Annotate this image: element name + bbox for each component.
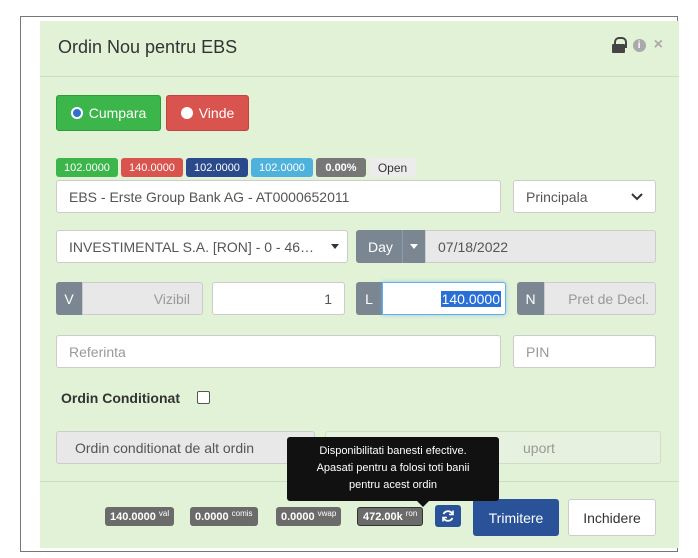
caret-down-icon	[331, 244, 339, 249]
radio-unselected-icon	[180, 107, 193, 119]
visible-placeholder: Vizibil	[153, 290, 190, 307]
pin-input[interactable]: PIN	[513, 335, 656, 368]
header-icons: i ×	[611, 36, 663, 54]
tooltip-line-1: Disponibilitati banesti efective.	[319, 445, 467, 457]
commission-amount: 0.0000	[195, 510, 229, 523]
info-icon[interactable]: i	[632, 38, 646, 52]
validity-dropdown[interactable]: Day	[356, 230, 425, 263]
market-value: Principala	[526, 188, 588, 205]
sell-label: Vinde	[198, 105, 235, 121]
badge-ref: 102.0000	[251, 158, 313, 177]
price-input[interactable]: 140.0000	[382, 282, 506, 315]
modal-header: Ordin Nou pentru EBS i ×	[40, 21, 679, 77]
trigger-price-input[interactable]: Pret de Decl.	[544, 282, 656, 315]
commission-badge: 0.0000 comis	[190, 507, 258, 526]
reference-placeholder: Referinta	[69, 343, 126, 360]
submit-button[interactable]: Trimitere	[473, 499, 559, 536]
caret-down-icon	[409, 244, 418, 249]
market-select[interactable]: Principala	[513, 180, 656, 213]
vwap-badge: 0.0000 vwap	[276, 507, 342, 526]
quantity-value: 1	[324, 290, 332, 307]
validity-value: Day	[368, 238, 393, 255]
chevron-down-icon	[631, 192, 643, 200]
refresh-icon	[442, 510, 454, 522]
available-cash-tooltip: Disponibilitati banesti efective. Apasat…	[287, 437, 499, 507]
trigger-addon: N	[517, 282, 544, 315]
commission-unit: comis	[231, 509, 253, 518]
badge-status: Open	[369, 158, 416, 177]
account-select[interactable]: INVESTIMENTAL S.A. [RON] - 0 - 46…	[56, 230, 348, 263]
conditional-checkbox[interactable]	[197, 391, 210, 404]
instrument-value: EBS - Erste Group Bank AG - AT0000652011	[69, 188, 350, 205]
vwap-amount: 0.0000	[281, 510, 315, 523]
close-button[interactable]: Inchidere	[568, 499, 656, 536]
available-cash-unit: ron	[405, 509, 418, 518]
visible-input[interactable]: Vizibil	[82, 282, 203, 315]
reference-input[interactable]: Referinta	[56, 335, 501, 368]
value-unit: val	[158, 509, 170, 518]
account-value: INVESTIMENTAL S.A. [RON] - 0 - 46…	[69, 238, 315, 255]
sell-button[interactable]: Vinde	[166, 95, 249, 131]
trigger-placeholder: Pret de Decl.	[568, 290, 649, 307]
conditional-select[interactable]: Ordin conditionat de alt ordin	[56, 431, 315, 464]
buy-button[interactable]: Cumpara	[56, 95, 161, 131]
tooltip-line-3: pentru acest ordin	[348, 479, 438, 491]
lock-icon[interactable]	[611, 37, 627, 53]
pin-placeholder: PIN	[526, 343, 550, 360]
badge-change: 0.00%	[316, 158, 366, 177]
instrument-input[interactable]: EBS - Erste Group Bank AG - AT0000652011	[56, 180, 501, 213]
tooltip-line-2: Apasati pentru a folosi toti banii	[316, 462, 470, 474]
support-placeholder: uport	[523, 439, 555, 456]
visible-addon: V	[56, 282, 82, 315]
radio-selected-icon	[70, 107, 83, 119]
conditional-label: Ordin Conditionat	[61, 390, 180, 406]
vwap-unit: vwap	[317, 509, 337, 518]
limit-addon: L	[356, 282, 382, 315]
date-value: 07/18/2022	[438, 238, 509, 255]
conditional-select-value: Ordin conditionat de alt ordin	[75, 439, 254, 456]
badge-last: 102.0000	[56, 158, 118, 177]
quantity-input[interactable]: 1	[212, 282, 345, 315]
badge-bid: 102.0000	[186, 158, 248, 177]
date-input[interactable]: 07/18/2022	[425, 230, 656, 263]
available-cash-amount: 472.00k	[363, 510, 403, 523]
buy-label: Cumpara	[88, 105, 147, 121]
close-icon[interactable]: ×	[654, 36, 663, 54]
price-value: 140.0000	[440, 290, 501, 307]
refresh-button[interactable]	[435, 505, 461, 527]
value-amount: 140.0000	[110, 510, 156, 523]
badge-ask: 140.0000	[121, 158, 183, 177]
modal-title: Ordin Nou pentru EBS	[58, 37, 238, 57]
available-cash-badge[interactable]: 472.00k ron	[357, 507, 424, 526]
value-badge: 140.0000 val	[105, 507, 175, 526]
